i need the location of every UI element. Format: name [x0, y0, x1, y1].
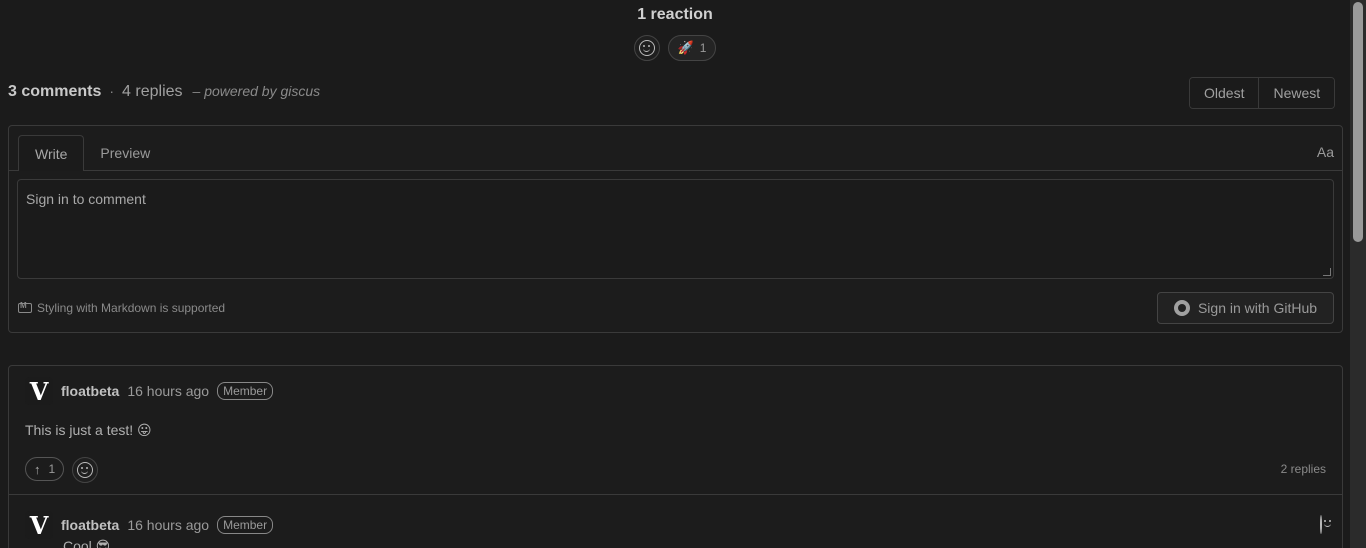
reply-count: 4 replies — [122, 83, 183, 100]
rocket-reaction-button[interactable]: 🚀 1 — [667, 35, 717, 61]
add-reaction-button[interactable] — [633, 35, 660, 61]
powered-by-prefix: – powered by — [192, 83, 281, 99]
reply-author[interactable]: floatbeta — [61, 517, 119, 533]
avatar[interactable]: V — [25, 511, 53, 540]
upvote-button[interactable]: ↑ 1 — [25, 457, 65, 481]
tab-preview[interactable]: Preview — [84, 135, 166, 171]
comment-actions: ↑ 1 — [25, 457, 99, 483]
replies-count: 2 replies — [1280, 462, 1326, 476]
reply-reaction-button[interactable] — [1320, 515, 1322, 534]
reactions-title: 1 reaction — [637, 6, 713, 23]
reply-time[interactable]: 16 hours ago — [127, 517, 209, 533]
member-badge: Member — [217, 382, 274, 400]
add-reaction-button[interactable] — [72, 457, 99, 483]
smiley-icon — [77, 462, 94, 478]
page-scrollbar[interactable] — [1350, 0, 1366, 548]
smiley-icon — [1320, 515, 1322, 534]
markdown-note-text[interactable]: Styling with Markdown is supported — [37, 301, 225, 315]
reply-header: V floatbeta 16 hours ago Member — [25, 511, 274, 540]
reactions-row: 🚀 1 — [0, 35, 1350, 61]
comment-count: 3 comments — [8, 83, 102, 100]
giscus-page: 1 reaction 🚀 1 3 comments · 4 replies – … — [0, 0, 1366, 548]
smiley-icon — [638, 40, 655, 56]
rocket-icon: 🚀 — [677, 40, 694, 55]
rocket-reaction-count: 1 — [699, 41, 707, 55]
count-separator: · — [109, 83, 115, 99]
comment-body: This is just a test! 😛 — [25, 422, 152, 438]
markdown-note: Styling with Markdown is supported — [18, 301, 225, 315]
comment-author[interactable]: floatbeta — [61, 383, 119, 399]
resize-handle[interactable] — [1323, 268, 1331, 276]
tab-write[interactable]: Write — [18, 135, 85, 171]
sort-toggle: Oldest Newest — [1189, 77, 1336, 109]
sort-newest-button[interactable]: Newest — [1258, 78, 1335, 108]
sign-in-label: Sign in with GitHub — [1197, 300, 1318, 316]
reply-body: Cool 😎 — [63, 538, 111, 548]
tab-divider — [9, 170, 1342, 171]
arrow-up-icon: ↑ — [34, 461, 41, 477]
text-format-toggle[interactable]: Aa — [1317, 144, 1334, 160]
sign-in-github-button[interactable]: Sign in with GitHub — [1157, 292, 1334, 324]
scrollbar-thumb[interactable] — [1353, 2, 1363, 242]
comment-header: V floatbeta 16 hours ago Member — [25, 377, 274, 406]
powered-by: – powered by giscus — [193, 83, 321, 99]
sort-oldest-button[interactable]: Oldest — [1190, 78, 1259, 108]
comment-textarea[interactable]: Sign in to comment — [17, 179, 1334, 279]
upvote-count: 1 — [48, 462, 56, 476]
member-badge: Member — [217, 516, 274, 534]
giscus-link[interactable]: giscus — [280, 83, 320, 99]
comment-editor: Write Preview Aa Sign in to comment Styl… — [8, 125, 1343, 333]
discussion-counts: 3 comments · 4 replies – powered by gisc… — [8, 83, 320, 101]
github-icon — [1173, 300, 1190, 316]
comment-time[interactable]: 16 hours ago — [127, 383, 209, 399]
comment-card: V floatbeta 16 hours ago Member This is … — [8, 365, 1343, 495]
avatar[interactable]: V — [25, 377, 53, 406]
markdown-icon — [18, 301, 32, 313]
reply-card: V floatbeta 16 hours ago Member Cool 😎 — [8, 494, 1343, 548]
editor-tabs: Write Preview — [18, 135, 166, 171]
